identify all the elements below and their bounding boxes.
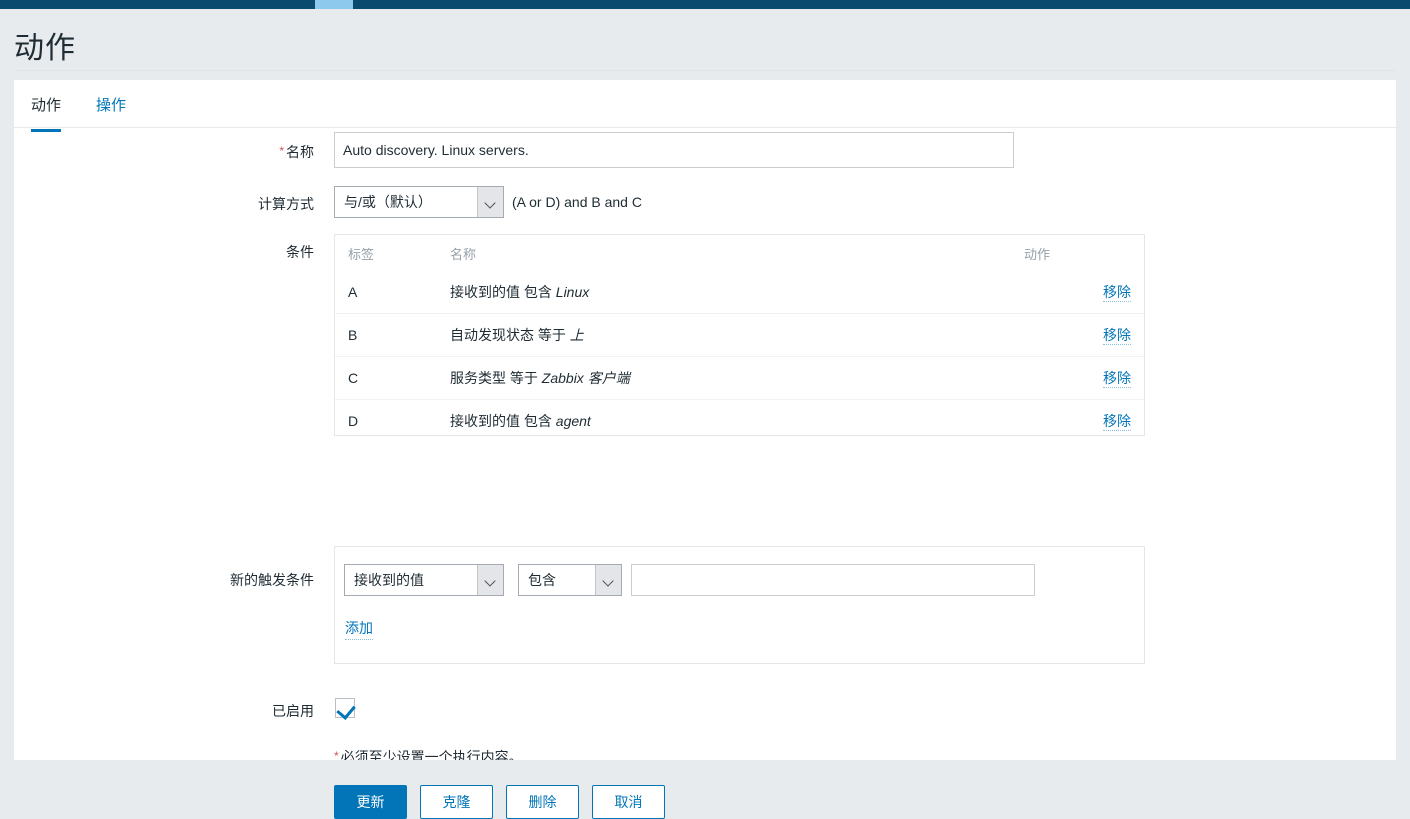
calculation-label: 计算方式 bbox=[258, 196, 314, 212]
chevron-down-icon bbox=[477, 565, 503, 595]
new-condition-label: 新的触发条件 bbox=[230, 572, 314, 588]
enabled-label: 已启用 bbox=[272, 703, 314, 719]
update-button[interactable]: 更新 bbox=[334, 785, 407, 819]
required-asterisk-name: * bbox=[279, 144, 284, 158]
conditions-table: 标签 名称 动作 A 接收到的值 包含 Linux 移除 B 自动发现状态 等于… bbox=[335, 235, 1144, 442]
remove-condition-b[interactable]: 移除 bbox=[1103, 327, 1131, 345]
new-condition-container: 接收到的值 包含 添加 bbox=[334, 546, 1145, 664]
top-nav-active-indicator[interactable] bbox=[315, 0, 353, 9]
enabled-checkbox[interactable] bbox=[335, 698, 355, 718]
column-header-action: 动作 bbox=[1024, 247, 1051, 262]
page-bottom-strip bbox=[0, 760, 1410, 772]
condition-name-b: 自动发现状态 等于 上 bbox=[450, 313, 1024, 357]
new-condition-operator-select[interactable]: 包含 bbox=[518, 564, 622, 596]
calculation-formula: (A or D) and B and C bbox=[512, 194, 642, 210]
new-condition-operator-value: 包含 bbox=[528, 572, 556, 588]
remove-condition-a[interactable]: 移除 bbox=[1103, 284, 1131, 302]
condition-prefix-b: 自动发现状态 等于 bbox=[450, 327, 570, 343]
column-header-name: 名称 bbox=[450, 247, 477, 262]
condition-label-a: A bbox=[348, 284, 358, 300]
condition-value-d: agent bbox=[555, 413, 591, 429]
chevron-down-icon bbox=[595, 565, 621, 595]
calculation-type-select[interactable]: 与/或（默认） bbox=[334, 186, 504, 218]
page-header: 动作 bbox=[0, 9, 1410, 71]
condition-name-a: 接收到的值 包含 Linux bbox=[450, 271, 1024, 314]
conditions-table-header-row: 标签 名称 动作 bbox=[335, 235, 1144, 271]
top-navigation-bar bbox=[0, 0, 1410, 9]
condition-prefix-d: 接收到的值 包含 bbox=[450, 413, 556, 429]
condition-label-d: D bbox=[335, 399, 450, 442]
name-label: 名称 bbox=[286, 144, 314, 160]
condition-label-c: C bbox=[335, 356, 450, 400]
condition-name-d: 接收到的值 包含 agent bbox=[450, 399, 1024, 442]
new-condition-value-input[interactable] bbox=[631, 564, 1035, 596]
remove-condition-c[interactable]: 移除 bbox=[1103, 370, 1131, 388]
cancel-button[interactable]: 取消 bbox=[592, 785, 665, 819]
tab-action[interactable]: 动作 bbox=[31, 94, 62, 132]
condition-value-b: 上 bbox=[569, 327, 584, 343]
table-row: D 接收到的值 包含 agent 移除 bbox=[335, 399, 1144, 442]
table-row: B 自动发现状态 等于 上 移除 bbox=[335, 313, 1144, 357]
add-condition-link[interactable]: 添加 bbox=[345, 618, 373, 640]
condition-value-c: Zabbix 客户端 bbox=[541, 370, 630, 386]
chevron-down-icon bbox=[477, 187, 503, 217]
condition-value-a: Linux bbox=[555, 284, 590, 300]
header-divider bbox=[14, 70, 1396, 71]
remove-condition-d[interactable]: 移除 bbox=[1103, 413, 1131, 431]
clone-button[interactable]: 克隆 bbox=[420, 785, 493, 819]
condition-prefix-c: 服务类型 等于 bbox=[450, 370, 542, 386]
tab-operation[interactable]: 操作 bbox=[96, 94, 126, 129]
new-condition-type-select[interactable]: 接收到的值 bbox=[344, 564, 504, 596]
tab-bar: 动作 操作 bbox=[14, 80, 1396, 132]
calculation-type-value: 与/或（默认） bbox=[344, 194, 432, 210]
table-row: C 服务类型 等于 Zabbix 客户端 移除 bbox=[335, 356, 1144, 400]
condition-prefix-a: 接收到的值 包含 bbox=[450, 284, 556, 300]
new-condition-type-value: 接收到的值 bbox=[354, 572, 424, 588]
page-title: 动作 bbox=[14, 32, 76, 65]
column-header-label: 标签 bbox=[348, 247, 375, 262]
content-card: 动作 操作 *名称 计算方式 与/或（默认） (A or D) and B an… bbox=[14, 80, 1396, 819]
conditions-table-container: 标签 名称 动作 A 接收到的值 包含 Linux 移除 B 自动发现状态 等于… bbox=[334, 234, 1145, 442]
delete-button[interactable]: 删除 bbox=[506, 785, 579, 819]
condition-label-b: B bbox=[335, 313, 450, 357]
name-input[interactable] bbox=[334, 132, 1014, 168]
table-row: A 接收到的值 包含 Linux 移除 bbox=[335, 271, 1144, 314]
condition-name-c: 服务类型 等于 Zabbix 客户端 bbox=[450, 356, 1024, 400]
conditions-label: 条件 bbox=[286, 244, 314, 260]
